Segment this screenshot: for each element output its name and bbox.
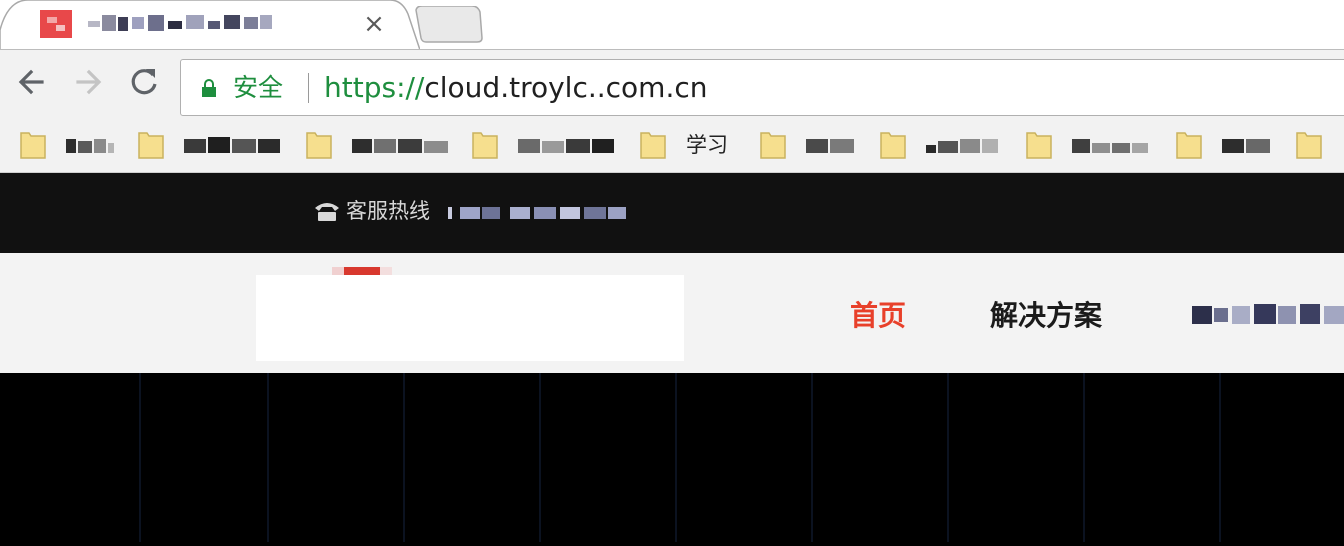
bookmark-folder-study[interactable]: 学习 bbox=[640, 129, 744, 161]
reload-icon[interactable] bbox=[126, 64, 162, 100]
tab-title-redacted bbox=[88, 11, 273, 37]
folder-icon bbox=[880, 132, 906, 159]
phone-icon bbox=[315, 203, 339, 221]
bookmark-folder[interactable] bbox=[880, 129, 1010, 161]
url-scheme: https:// bbox=[324, 71, 425, 104]
bookmark-label-redacted bbox=[66, 137, 114, 155]
hero-texture bbox=[139, 373, 1221, 542]
browser-tab-active[interactable]: × bbox=[0, 0, 420, 50]
folder-icon bbox=[138, 132, 164, 159]
bookmark-folder[interactable] bbox=[1026, 129, 1156, 161]
url-text[interactable]: https://cloud.troylc..com.cn bbox=[324, 69, 708, 107]
bookmark-folder[interactable] bbox=[1176, 129, 1286, 161]
folder-icon bbox=[306, 132, 332, 159]
nav-home[interactable]: 首页 bbox=[850, 296, 906, 336]
bookmark-label-redacted bbox=[1072, 137, 1148, 155]
site-logo[interactable] bbox=[256, 275, 684, 361]
bookmark-folder[interactable] bbox=[138, 129, 298, 161]
bookmarks-bar: 学习 bbox=[0, 118, 1344, 173]
bookmark-label-redacted bbox=[518, 137, 614, 155]
bookmark-folder[interactable] bbox=[1296, 129, 1344, 161]
address-bar[interactable]: 安全 https://cloud.troylc..com.cn bbox=[180, 59, 1344, 116]
hotline-number-redacted bbox=[448, 205, 628, 221]
bookmark-folder[interactable] bbox=[472, 129, 622, 161]
tab-strip: × bbox=[0, 0, 1344, 50]
bookmark-label: 学习 bbox=[686, 133, 728, 157]
bookmark-label-redacted bbox=[352, 137, 448, 155]
lock-icon bbox=[202, 79, 216, 97]
new-tab-button[interactable] bbox=[414, 6, 484, 44]
url-host: cloud.troylc..com.cn bbox=[424, 71, 708, 104]
folder-icon bbox=[20, 132, 46, 159]
folder-icon bbox=[472, 132, 498, 159]
folder-icon bbox=[1176, 132, 1202, 159]
forward-arrow-icon[interactable] bbox=[70, 64, 106, 100]
folder-icon bbox=[1296, 132, 1322, 159]
bookmark-label-redacted bbox=[1222, 137, 1270, 155]
back-arrow-icon[interactable] bbox=[14, 64, 50, 100]
security-label[interactable]: 安全 bbox=[233, 70, 283, 106]
nav-solutions[interactable]: 解决方案 bbox=[990, 296, 1102, 336]
site-top-bar bbox=[0, 173, 1344, 253]
folder-icon bbox=[640, 132, 666, 159]
bookmark-folder[interactable] bbox=[760, 129, 864, 161]
bookmark-folder[interactable] bbox=[306, 129, 456, 161]
bookmark-label-redacted bbox=[926, 137, 998, 155]
address-separator bbox=[308, 73, 309, 103]
hero-banner bbox=[0, 373, 1344, 542]
bookmark-label-redacted bbox=[184, 137, 280, 155]
folder-icon bbox=[1026, 132, 1052, 159]
close-icon[interactable]: × bbox=[362, 9, 386, 39]
nav-item-redacted[interactable] bbox=[1192, 302, 1344, 328]
site-favicon-icon bbox=[40, 10, 72, 38]
folder-icon bbox=[760, 132, 786, 159]
hotline-label: 客服热线 bbox=[346, 199, 430, 223]
bookmark-folder[interactable] bbox=[20, 129, 130, 161]
bookmark-label-redacted bbox=[806, 137, 854, 155]
